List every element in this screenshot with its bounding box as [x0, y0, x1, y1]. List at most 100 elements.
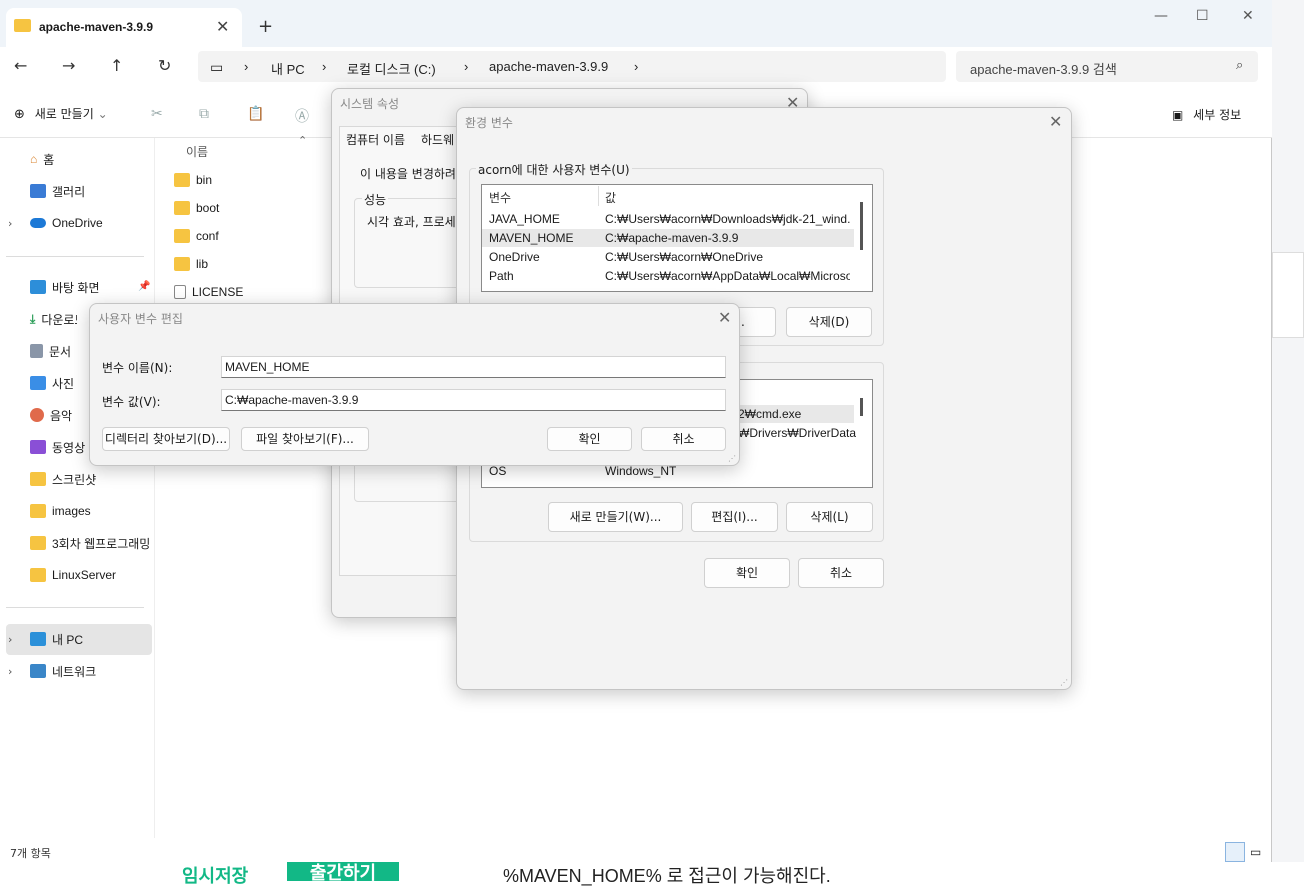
scrollbar-thumb[interactable] — [860, 398, 863, 416]
breadcrumb-maven[interactable]: apache-maven-3.9.9 — [489, 59, 608, 74]
pane-divider — [154, 138, 155, 838]
chevron-right-icon[interactable]: › — [464, 59, 468, 74]
edit-cancel-button[interactable]: 취소 — [641, 427, 726, 451]
system-new-button[interactable]: 새로 만들기(W)... — [548, 502, 683, 532]
file-row[interactable]: boot — [174, 201, 219, 215]
var-name[interactable]: MAVEN_HOME — [489, 231, 573, 245]
sidebar-item-this-pc[interactable]: 내 PC — [30, 629, 83, 649]
browse-directory-button[interactable]: 디렉터리 찾아보기(D)... — [102, 427, 230, 451]
env-ok-button[interactable]: 확인 — [704, 558, 790, 588]
chevron-right-icon[interactable]: › — [244, 59, 248, 74]
performance-text: 시각 효과, 프로세 — [367, 215, 456, 229]
close-icon[interactable]: ✕ — [718, 308, 731, 327]
rename-icon[interactable]: Ⓐ — [295, 106, 311, 125]
minimize-icon[interactable]: — — [1154, 8, 1168, 24]
background-popup — [1272, 252, 1304, 338]
var-name[interactable]: Path — [489, 269, 514, 283]
column-header-name[interactable]: 이름 — [186, 143, 208, 160]
var-value[interactable]: ₩Drivers₩DriverData — [738, 426, 856, 440]
resize-grip-icon[interactable]: ⋰ — [728, 454, 736, 463]
forward-arrow-icon[interactable]: → — [62, 56, 75, 75]
var-name[interactable]: JAVA_HOME — [489, 212, 560, 226]
sidebar-item-images[interactable]: images — [30, 501, 91, 521]
back-arrow-icon[interactable]: ← — [14, 56, 27, 75]
details-pane-icon: ▣ — [1172, 108, 1184, 122]
tab-computer-name[interactable]: 컴퓨터 이름 — [346, 131, 405, 148]
cut-icon[interactable]: ✂ — [151, 106, 167, 122]
scrollbar-thumb[interactable] — [860, 202, 863, 250]
sidebar-item-label: images — [52, 504, 91, 518]
chevron-right-icon[interactable]: › — [8, 217, 12, 230]
sidebar-item-home[interactable]: ⌂ 홈 — [30, 149, 54, 169]
performance-group — [354, 198, 464, 288]
close-icon[interactable]: ✕ — [1049, 112, 1062, 131]
sidebar-item-desktop[interactable]: 바탕 화면 — [30, 277, 100, 297]
sidebar-item-label: 음악 — [50, 408, 73, 423]
edit-ok-button[interactable]: 확인 — [547, 427, 632, 451]
user-delete-button[interactable]: 삭제(D) — [786, 307, 872, 337]
sidebar-item-downloads[interactable]: ⤓ 다운로드 — [30, 309, 77, 329]
sidebar-item-pictures[interactable]: 사진 — [30, 373, 74, 393]
sidebar-item-network[interactable]: 네트워크 — [30, 661, 96, 681]
variable-value-input[interactable]: C:₩apache-maven-3.9.9 — [221, 389, 726, 411]
maximize-icon[interactable]: ☐ — [1196, 8, 1209, 24]
column-header-variable[interactable]: 변수 — [489, 189, 511, 206]
copy-icon[interactable]: ⧉ — [199, 106, 215, 122]
new-tab-button[interactable]: + — [258, 16, 273, 37]
refresh-icon[interactable]: ↻ — [158, 56, 171, 75]
column-header-value[interactable]: 값 — [605, 189, 616, 206]
details-view-icon[interactable] — [1225, 842, 1245, 862]
sidebar-item-documents[interactable]: 문서 — [30, 341, 71, 361]
close-tab-icon[interactable]: ✕ — [216, 17, 229, 36]
breadcrumb-c-drive[interactable]: 로컬 디스크 (C:) — [347, 59, 436, 78]
publish-button[interactable]: 출간하기 — [287, 862, 399, 883]
var-value[interactable]: Windows_NT — [605, 464, 676, 478]
search-icon[interactable]: ⌕ — [1236, 58, 1243, 73]
var-value[interactable]: 2₩cmd.exe — [738, 407, 801, 421]
file-name: conf — [196, 229, 219, 243]
sidebar-item-label: OneDrive — [52, 216, 103, 230]
tiles-view-icon[interactable]: ▭ — [1250, 845, 1261, 859]
var-name[interactable]: OneDrive — [489, 250, 540, 264]
details-button[interactable]: ▣ 세부 정보 — [1172, 106, 1241, 123]
sidebar-item-onedrive[interactable]: OneDrive — [30, 213, 103, 233]
sidebar-item-label: 스크린샷 — [52, 472, 97, 487]
file-row[interactable]: lib — [174, 257, 208, 271]
sidebar-item-linuxserver[interactable]: LinuxServer — [30, 565, 116, 585]
system-edit-button[interactable]: 편집(I)... — [691, 502, 778, 532]
tab-hardware[interactable]: 하드웨 — [421, 131, 454, 148]
sidebar-item-gallery[interactable]: 갤러리 — [30, 181, 85, 201]
file-name: boot — [196, 201, 220, 215]
chevron-right-icon[interactable]: › — [8, 633, 12, 646]
file-row[interactable]: bin — [174, 173, 212, 187]
var-name[interactable]: OS — [489, 464, 506, 478]
sidebar-item-videos[interactable]: 동영상 — [30, 437, 85, 457]
save-draft-button[interactable]: 임시저장 — [182, 862, 248, 888]
browse-file-button[interactable]: 파일 찾아보기(F)... — [241, 427, 369, 451]
file-row[interactable]: LICENSE — [174, 285, 243, 299]
system-delete-button[interactable]: 삭제(L) — [786, 502, 873, 532]
var-value[interactable]: C:₩Users₩acorn₩AppData₩Local₩Microso... — [605, 269, 850, 283]
sidebar-item-screenshots[interactable]: 스크린샷 — [30, 469, 96, 489]
var-value[interactable]: C:₩Users₩acorn₩OneDrive — [605, 250, 850, 264]
var-value[interactable]: C:₩Users₩acorn₩Downloads₩jdk-21_wind... — [605, 212, 850, 226]
chevron-right-icon[interactable]: › — [634, 59, 638, 74]
var-value[interactable]: C:₩apache-maven-3.9.9 — [605, 231, 850, 245]
paste-icon[interactable]: 📋 — [247, 106, 264, 122]
close-window-icon[interactable]: ✕ — [1242, 8, 1254, 24]
up-arrow-icon[interactable]: ↑ — [110, 56, 123, 75]
sidebar-item-webprog[interactable]: 3회차 웹프로그래밍 — [30, 533, 154, 553]
env-cancel-button[interactable]: 취소 — [798, 558, 884, 588]
chevron-right-icon[interactable]: › — [322, 59, 326, 74]
breadcrumb-pc[interactable]: 내 PC — [271, 59, 305, 78]
pin-icon[interactable]: 📌 — [138, 281, 150, 292]
chevron-right-icon[interactable]: › — [8, 665, 12, 678]
new-button[interactable]: ⊕ 새로 만들기 ⌄ — [14, 105, 108, 122]
variable-name-input[interactable]: MAVEN_HOME — [221, 356, 726, 378]
sidebar-item-music[interactable]: 음악 — [30, 405, 72, 425]
file-row[interactable]: conf — [174, 229, 219, 243]
sidebar-item-label: 다운로드 — [41, 312, 77, 327]
picture-icon — [30, 376, 46, 390]
download-icon: ⤓ — [30, 311, 36, 326]
resize-grip-icon[interactable]: ⋰ — [1060, 678, 1068, 687]
